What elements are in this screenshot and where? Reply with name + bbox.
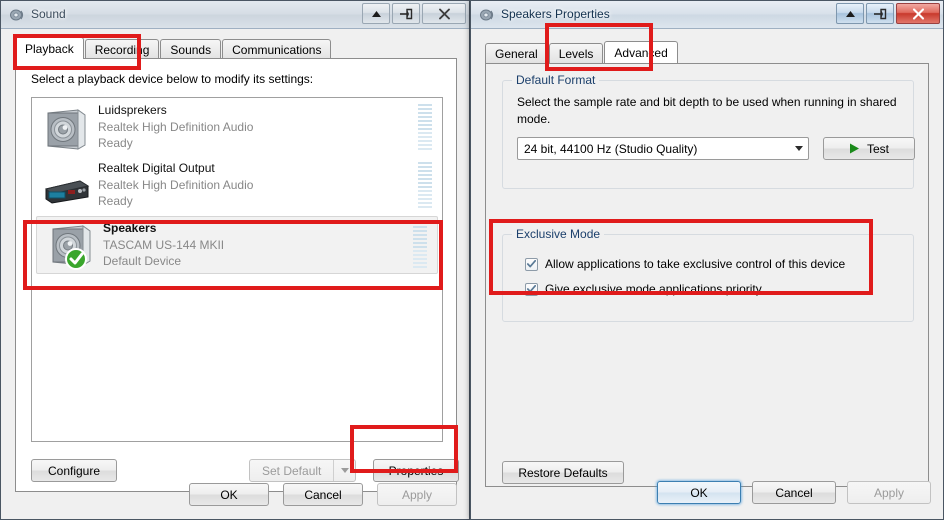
list-item-text: Speakers TASCAM US-144 MKII Default Devi… (103, 220, 437, 270)
chevron-down-icon (333, 460, 355, 481)
checkbox-checked-icon[interactable] (525, 282, 538, 296)
tab-levels-label: Levels (558, 46, 594, 61)
cancel-button[interactable]: Cancel (283, 483, 363, 506)
checkbox-allow-exclusive-control[interactable]: Allow applications to take exclusive con… (525, 257, 845, 271)
properties-window-controls[interactable] (836, 3, 940, 24)
test-button[interactable]: Test (823, 137, 915, 160)
test-button-label: Test (866, 141, 889, 156)
playback-tab-panel: Select a playback device below to modify… (15, 58, 459, 492)
minimize-button[interactable] (362, 3, 390, 24)
sound-dialog-body: Playback Recording Sounds Communications… (1, 29, 469, 519)
device-driver: TASCAM US-144 MKII (103, 237, 225, 252)
sound-window[interactable]: Sound Playback Recording Sounds Communic… (0, 0, 470, 520)
properties-button[interactable]: Properties (373, 459, 459, 482)
device-driver: Realtek High Definition Audio (98, 119, 254, 134)
exclusive-mode-checkbox-list: Allow applications to take exclusive con… (525, 257, 845, 307)
volume-meter (418, 162, 432, 208)
cancel-button[interactable]: Cancel (752, 481, 836, 504)
close-button[interactable] (896, 3, 940, 24)
sample-rate-value: 24 bit, 44100 Hz (Studio Quality) (524, 141, 698, 156)
tab-recording-label: Recording (94, 42, 150, 57)
volume-meter (418, 104, 432, 150)
list-item-luidsprekers[interactable]: Luidsprekers Realtek High Definition Aud… (32, 98, 442, 156)
apply-button: Apply (377, 483, 457, 506)
chevron-down-icon[interactable] (789, 146, 808, 151)
speaker-icon (9, 7, 25, 23)
tab-recording[interactable]: Recording (84, 39, 160, 59)
exclusive-mode-group: Exclusive Mode Allow applications to tak… (502, 227, 914, 322)
list-item-text: Realtek Digital Output Realtek High Defi… (98, 160, 442, 210)
set-default-label: Set Default (262, 463, 322, 478)
tab-levels[interactable]: Levels (548, 43, 604, 63)
ok-button[interactable]: OK (657, 481, 741, 504)
ok-button[interactable]: OK (189, 483, 269, 506)
apply-button: Apply (847, 481, 931, 504)
tab-playback[interactable]: Playback (15, 37, 84, 59)
tab-communications[interactable]: Communications (222, 39, 332, 59)
sample-rate-combobox[interactable]: 24 bit, 44100 Hz (Studio Quality) (517, 137, 809, 160)
restore-defaults-button[interactable]: Restore Defaults (502, 461, 624, 484)
tab-playback-label: Playback (25, 41, 74, 56)
device-name: Speakers (103, 221, 157, 236)
device-name: Realtek Digital Output (98, 161, 215, 176)
set-default-split-button: Set Default (249, 459, 357, 482)
properties-window-title: Speakers Properties (501, 7, 610, 21)
tab-communications-label: Communications (232, 42, 322, 57)
speakers-properties-window[interactable]: Speakers Properties General Levels Advan… (470, 0, 944, 520)
tab-sounds-label: Sounds (170, 42, 212, 57)
play-icon (849, 143, 860, 154)
checkbox-checked-icon[interactable] (525, 257, 538, 271)
device-status: Ready (98, 194, 133, 209)
properties-dialog-body: General Levels Advanced Default Format S… (471, 29, 943, 519)
maximize-button[interactable] (392, 3, 420, 24)
default-device-check-icon (65, 248, 87, 270)
default-format-legend: Default Format (512, 73, 600, 87)
default-format-description: Select the sample rate and bit depth to … (517, 95, 897, 127)
advanced-tab-panel: Default Format Select the sample rate an… (485, 63, 929, 487)
digital-receiver-icon (40, 159, 92, 211)
list-item-speakers-tascam[interactable]: Speakers TASCAM US-144 MKII Default Devi… (36, 216, 438, 274)
list-item-text: Luidsprekers Realtek High Definition Aud… (98, 102, 442, 152)
tab-advanced[interactable]: Advanced (604, 41, 678, 63)
configure-button[interactable]: Configure (31, 459, 117, 482)
properties-titlebar[interactable]: Speakers Properties (471, 1, 943, 29)
tab-general[interactable]: General (485, 43, 548, 63)
checkbox-label: Allow applications to take exclusive con… (545, 257, 846, 271)
minimize-button[interactable] (836, 3, 864, 24)
volume-meter (413, 222, 427, 268)
speaker-box-icon (40, 101, 92, 153)
device-driver: Realtek High Definition Audio (98, 177, 254, 192)
default-format-group: Default Format Select the sample rate an… (502, 73, 915, 189)
sound-tabstrip[interactable]: Playback Recording Sounds Communications (15, 37, 332, 59)
sound-window-controls[interactable] (362, 3, 466, 24)
device-status: Ready (98, 136, 133, 151)
speaker-icon (479, 7, 495, 23)
properties-tabstrip[interactable]: General Levels Advanced (485, 41, 679, 63)
device-status: Default Device (103, 254, 182, 269)
maximize-button[interactable] (866, 3, 894, 24)
list-item-realtek-digital-output[interactable]: Realtek Digital Output Realtek High Defi… (32, 156, 442, 214)
exclusive-mode-legend: Exclusive Mode (512, 227, 605, 241)
device-name: Luidsprekers (98, 103, 167, 118)
tab-sounds[interactable]: Sounds (160, 39, 222, 59)
playback-device-list[interactable]: Luidsprekers Realtek High Definition Aud… (31, 97, 443, 442)
checkbox-give-priority[interactable]: Give exclusive mode applications priorit… (525, 282, 845, 296)
speaker-box-icon (45, 219, 97, 271)
playback-instruction: Select a playback device below to modify… (31, 72, 314, 86)
tab-advanced-label: Advanced (614, 45, 668, 60)
sound-titlebar[interactable]: Sound (1, 1, 469, 29)
tab-general-label: General (495, 46, 538, 61)
checkbox-label: Give exclusive mode applications priorit… (545, 282, 762, 296)
sound-window-title: Sound (31, 7, 66, 21)
close-button[interactable] (422, 3, 466, 24)
